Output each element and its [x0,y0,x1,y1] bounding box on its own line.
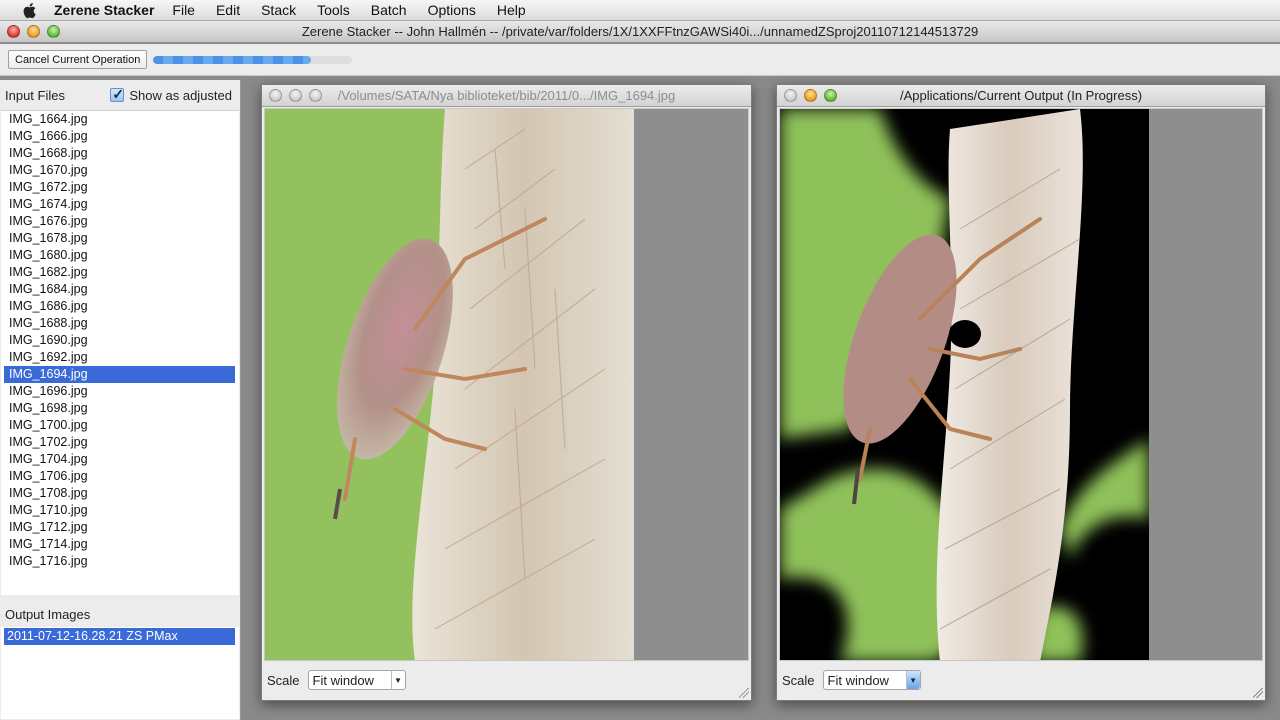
chevron-down-icon: ▼ [905,671,920,689]
main-window-titlebar[interactable]: Zerene Stacker -- John Hallmén -- /priva… [0,21,1280,43]
output-images-label: Output Images [5,607,91,622]
minimize-button[interactable] [27,25,40,38]
file-list-item[interactable]: IMG_1700.jpg [4,417,235,434]
file-list-item[interactable]: IMG_1710.jpg [4,502,235,519]
close-button[interactable] [7,25,20,38]
output-image-window: /Applications/Current Output (In Progres… [776,84,1266,701]
input-window-title: /Volumes/SATA/Nya biblioteket/bib/2011/0… [337,88,676,103]
file-list-item[interactable]: IMG_1694.jpg [4,366,235,383]
output-window-title: /Applications/Current Output (In Progres… [899,88,1143,103]
menu-stack[interactable]: Stack [261,2,296,18]
progress-fill [153,55,311,64]
main-window-title: Zerene Stacker -- John Hallmén -- /priva… [301,24,979,39]
resize-grip[interactable] [739,688,749,698]
file-list-item[interactable]: IMG_1672.jpg [4,179,235,196]
file-list-item[interactable]: IMG_1706.jpg [4,468,235,485]
file-list-item[interactable]: IMG_1666.jpg [4,128,235,145]
file-list-item[interactable]: IMG_1716.jpg [4,553,235,570]
input-scale-bar: Scale Fit window ▼ [262,660,751,700]
window-controls [7,25,60,38]
file-list-item[interactable]: IMG_1708.jpg [4,485,235,502]
file-list-item[interactable]: IMG_1678.jpg [4,230,235,247]
menu-batch[interactable]: Batch [371,2,407,18]
file-list-item[interactable]: IMG_1674.jpg [4,196,235,213]
menu-help[interactable]: Help [497,2,526,18]
input-photo [265,109,634,660]
show-as-adjusted-toggle[interactable]: Show as adjusted [110,86,232,103]
menu-tools[interactable]: Tools [317,2,350,18]
apple-menu-icon[interactable] [20,2,40,19]
panel-splitter[interactable] [0,595,240,603]
cancel-operation-button[interactable]: Cancel Current Operation [8,50,148,69]
output-photo [780,109,1149,660]
left-panel: Input Files Show as adjusted IMG_1664.jp… [0,80,241,720]
operation-progress-bar [153,55,353,64]
stacked-output-photo [780,109,1149,660]
menu-bar: Zerene Stacker File Edit Stack Tools Bat… [0,0,1280,21]
menu-options[interactable]: Options [428,2,476,18]
input-image-window: /Volumes/SATA/Nya biblioteket/bib/2011/0… [261,84,752,701]
output-window-titlebar[interactable]: /Applications/Current Output (In Progres… [777,85,1265,107]
output-images-list[interactable]: 2011-07-12-16.28.21 ZS PMax [1,627,239,719]
output-image-item[interactable]: 2011-07-12-16.28.21 ZS PMax [4,628,235,645]
file-list-item[interactable]: IMG_1684.jpg [4,281,235,298]
show-as-adjusted-checkbox[interactable] [110,86,125,103]
zoom-button[interactable] [47,25,60,38]
file-list-item[interactable]: IMG_1690.jpg [4,332,235,349]
toolbar: Cancel Current Operation [0,44,1280,76]
output-scale-bar: Scale Fit window ▼ [777,660,1265,700]
input-files-header: Input Files Show as adjusted [0,80,240,110]
scale-value: Fit window [312,672,374,688]
scale-label: Scale [782,672,815,688]
file-list-item[interactable]: IMG_1698.jpg [4,400,235,417]
file-list-item[interactable]: IMG_1702.jpg [4,434,235,451]
file-list-item[interactable]: IMG_1670.jpg [4,162,235,179]
file-list-item[interactable]: IMG_1688.jpg [4,315,235,332]
scale-label: Scale [267,672,300,688]
file-list-item[interactable]: IMG_1676.jpg [4,213,235,230]
chevron-down-icon: ▼ [390,671,405,689]
file-list-item[interactable]: IMG_1704.jpg [4,451,235,468]
file-list-item[interactable]: IMG_1696.jpg [4,383,235,400]
file-list-item[interactable]: IMG_1668.jpg [4,145,235,162]
input-files-label: Input Files [5,87,65,103]
resize-grip[interactable] [1253,688,1263,698]
input-image-canvas[interactable] [264,108,749,661]
scale-dropdown[interactable]: Fit window ▼ [822,670,921,690]
menu-app-name[interactable]: Zerene Stacker [54,2,154,18]
output-image-canvas[interactable] [779,108,1263,661]
menu-file[interactable]: File [172,2,195,18]
file-list-item[interactable]: IMG_1686.jpg [4,298,235,315]
file-list-item[interactable]: IMG_1664.jpg [4,111,235,128]
scale-dropdown[interactable]: Fit window ▼ [307,670,406,690]
input-files-list[interactable]: IMG_1664.jpg IMG_1666.jpg IMG_1668.jpg IMG_… [1,110,239,595]
file-list-item[interactable]: IMG_1682.jpg [4,264,235,281]
file-list-item[interactable]: IMG_1680.jpg [4,247,235,264]
scale-value: Fit window [827,672,889,688]
file-list-item[interactable]: IMG_1712.jpg [4,519,235,536]
show-as-adjusted-label: Show as adjusted [129,87,232,103]
file-list-item[interactable]: IMG_1714.jpg [4,536,235,553]
input-window-titlebar[interactable]: /Volumes/SATA/Nya biblioteket/bib/2011/0… [262,85,751,107]
file-list-item[interactable]: IMG_1692.jpg [4,349,235,366]
menu-edit[interactable]: Edit [216,2,240,18]
insect-on-grass-photo [265,109,634,660]
